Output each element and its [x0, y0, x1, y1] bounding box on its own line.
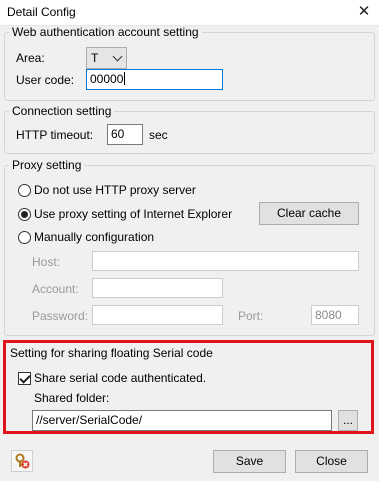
close-button[interactable]: Close [295, 450, 368, 473]
no-proxy-label[interactable]: Do not use HTTP proxy server [34, 183, 196, 197]
http-timeout-input[interactable]: 60 [107, 124, 143, 145]
browse-folder-label: ... [342, 413, 353, 427]
shared-folder-input[interactable]: //server/SerialCode/ [32, 410, 332, 431]
no-proxy-radio[interactable] [18, 184, 31, 197]
close-icon[interactable]: ✕ [349, 0, 379, 25]
shared-folder-value: //server/SerialCode/ [36, 413, 143, 427]
serial-share-legend: Setting for sharing floating Serial code [10, 346, 213, 360]
user-code-label: User code: [16, 73, 75, 87]
http-timeout-value: 60 [111, 127, 125, 141]
host-input [92, 251, 359, 271]
browse-folder-button[interactable]: ... [338, 410, 358, 431]
save-label: Save [235, 454, 264, 468]
key-lock-icon-graphic [15, 453, 30, 469]
user-code-value: 00000 [90, 72, 124, 86]
timeout-unit-label: sec [149, 128, 168, 142]
close-label: Close [316, 454, 347, 468]
key-lock-icon[interactable] [11, 450, 33, 472]
clear-cache-label: Clear cache [276, 206, 342, 220]
account-label: Account: [32, 282, 79, 296]
connection-legend: Connection setting [12, 104, 112, 118]
password-input [92, 305, 223, 325]
clear-cache-button[interactable]: Clear cache [259, 202, 359, 225]
manual-proxy-label[interactable]: Manually configuration [34, 230, 154, 244]
save-button[interactable]: Save [213, 450, 286, 473]
host-label: Host: [32, 255, 61, 269]
ie-proxy-label[interactable]: Use proxy setting of Internet Explorer [34, 207, 232, 221]
title-bar: Detail Config ✕ [0, 0, 379, 26]
share-serial-label[interactable]: Share serial code authenticated. [34, 371, 206, 385]
proxy-legend: Proxy setting [12, 158, 82, 172]
account-input [92, 278, 223, 298]
web-auth-legend: Web authentication account setting [12, 25, 199, 39]
port-input: 8080 [311, 305, 359, 325]
manual-proxy-radio[interactable] [18, 231, 31, 244]
text-caret [124, 72, 126, 85]
chevron-down-icon [112, 51, 123, 62]
area-select[interactable]: T [86, 47, 127, 69]
user-code-input[interactable]: 00000 [86, 69, 223, 90]
shared-folder-label: Shared folder: [34, 391, 110, 405]
ie-proxy-radio[interactable] [18, 208, 31, 221]
password-label: Password: [32, 309, 89, 323]
area-label: Area: [16, 51, 45, 65]
share-serial-checkbox[interactable] [18, 372, 31, 385]
window-title: Detail Config [7, 5, 76, 19]
http-timeout-label: HTTP timeout: [16, 128, 94, 142]
port-value: 8080 [315, 308, 342, 322]
area-select-value: T [91, 51, 99, 65]
port-label: Port: [238, 309, 264, 323]
